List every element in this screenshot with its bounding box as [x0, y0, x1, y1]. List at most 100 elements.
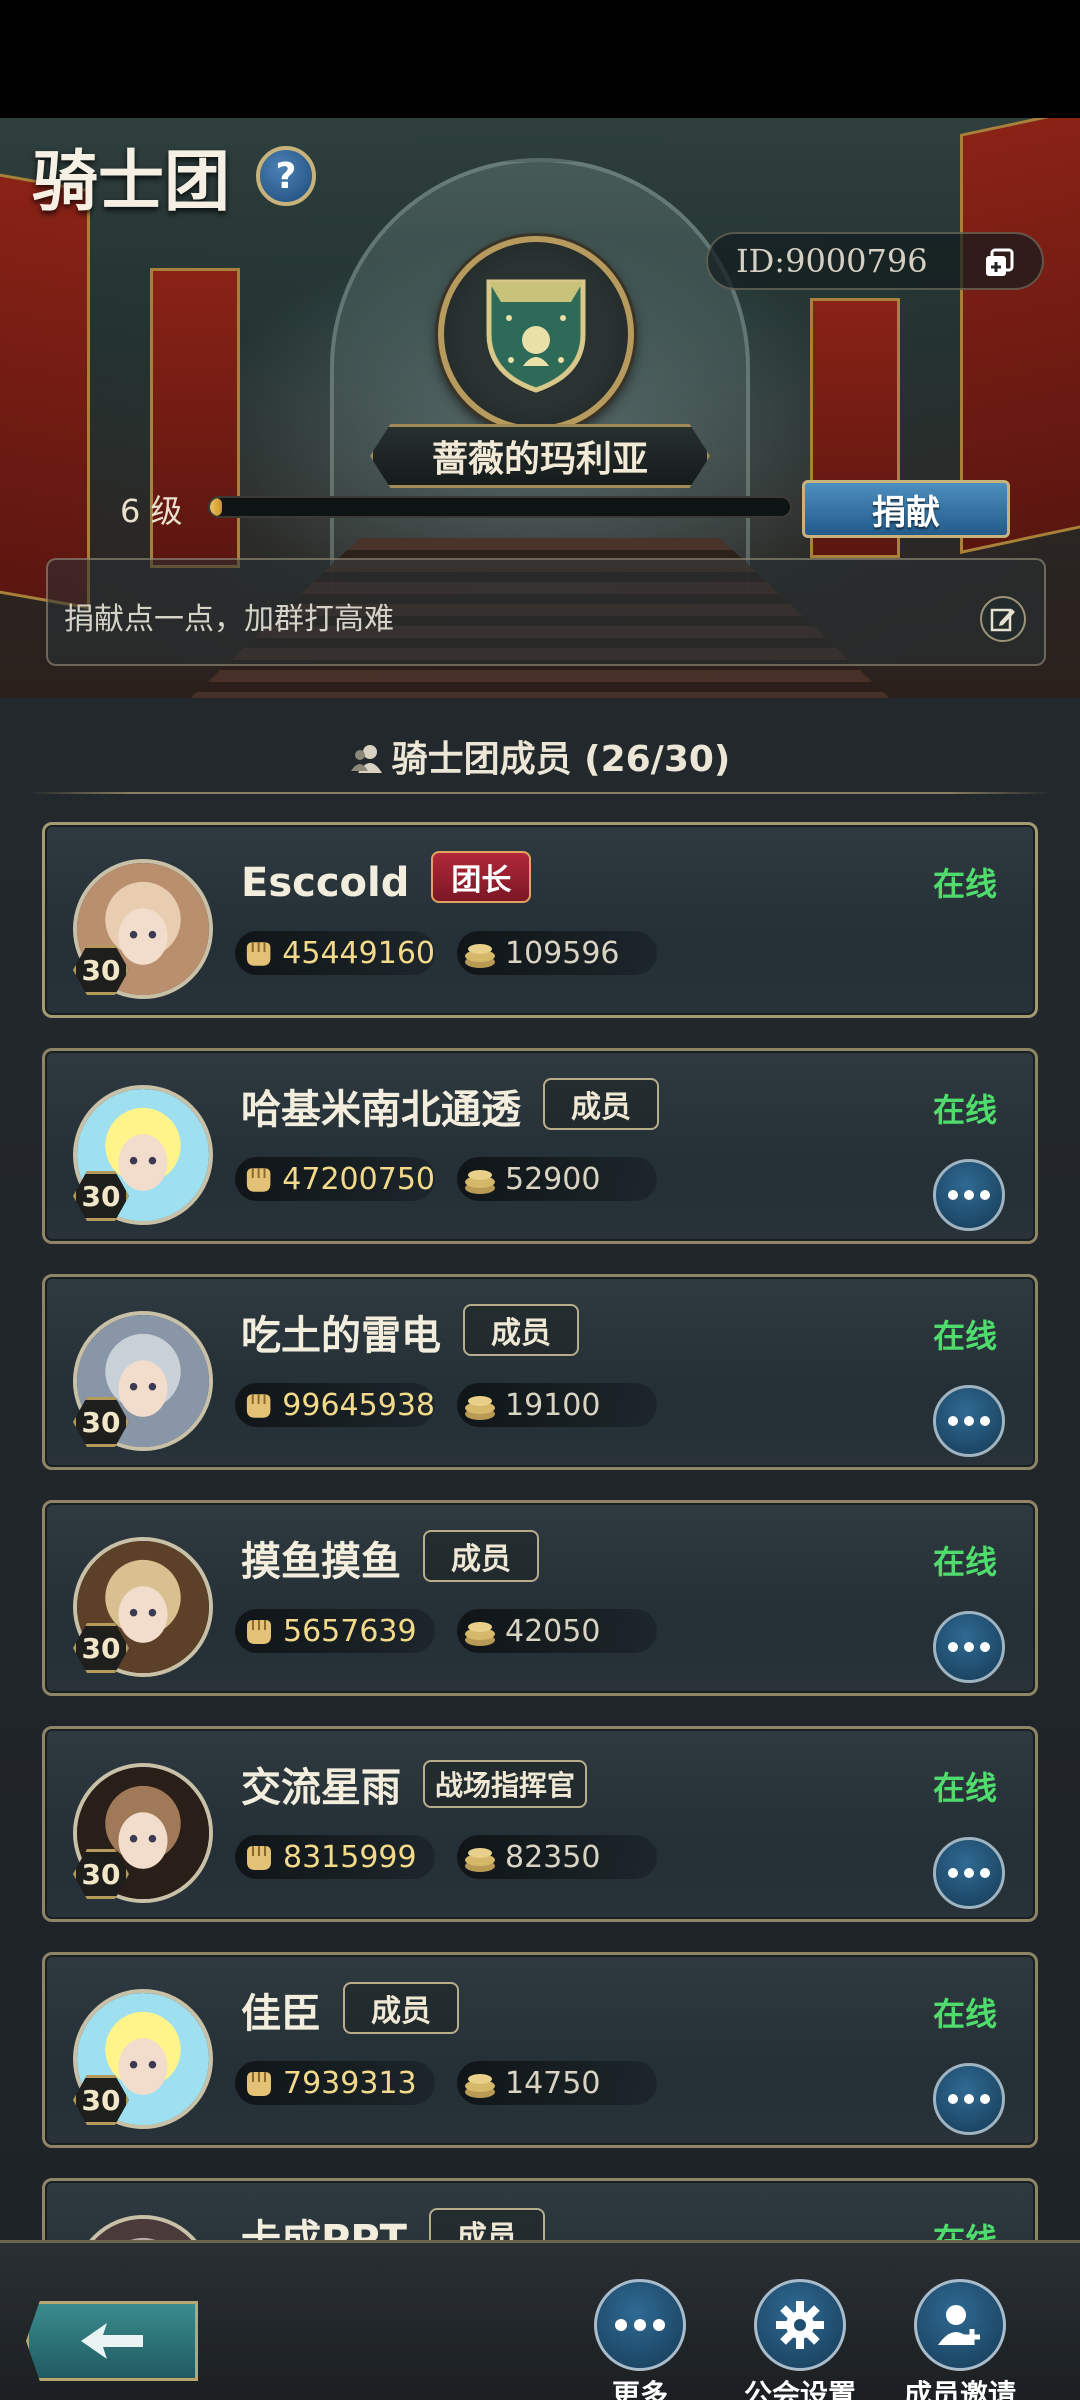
member-card[interactable]: 30 交流星雨 战场指挥官 在线 8315999 82350 [42, 1726, 1038, 1922]
power-stat: 99645938 [235, 1383, 435, 1427]
guild-level-label: 6 级 [120, 492, 183, 530]
member-stats: 45449160 109596 [235, 931, 695, 975]
power-stat: 45449160 [235, 931, 435, 975]
status-bar [0, 0, 1080, 118]
role-badge: 成员 [423, 1530, 539, 1582]
member-name: Esccold [241, 860, 410, 906]
role-badge: 成员 [543, 1078, 659, 1130]
guild-id-box: ID:9000796 [706, 232, 1044, 290]
question-icon[interactable]: ? [256, 146, 316, 206]
members-panel: 骑士团成员 (26/30) 30 Esccold 团长 在线 45449160 … [0, 698, 1080, 2240]
guild-level-progress-fill [210, 498, 222, 516]
power-stat: 7939313 [235, 2061, 435, 2105]
invite-member-button[interactable]: 成员邀请 [900, 2279, 1020, 2400]
contribution-stat: 14750 [457, 2061, 657, 2105]
power-value: 7939313 [283, 2065, 417, 2101]
contribution-value: 42050 [505, 1613, 601, 1649]
member-options-button[interactable] [933, 1837, 1005, 1909]
contribution-stat: 82350 [457, 1835, 657, 1879]
power-stat: 8315999 [235, 1835, 435, 1879]
coin-stack-icon [465, 1622, 495, 1646]
member-name-row: 摸鱼摸鱼 成员 [241, 1529, 539, 1587]
online-status: 在线 [932, 1317, 997, 1355]
back-button[interactable] [26, 2301, 198, 2381]
member-name: 摸鱼摸鱼 [241, 1539, 401, 1585]
gear-icon [754, 2279, 846, 2371]
coin-stack-icon [465, 2074, 495, 2098]
member-name: 吃土的雷电 [241, 1313, 441, 1359]
member-stats: 99645938 19100 [235, 1383, 695, 1427]
more-icon [594, 2279, 686, 2371]
guild-id-text: ID:9000796 [736, 242, 928, 280]
coin-stack-icon [465, 944, 495, 968]
online-status: 在线 [932, 865, 997, 903]
member-stats: 8315999 82350 [235, 1835, 695, 1879]
member-card[interactable]: 30 Esccold 团长 在线 45449160 109596 [42, 822, 1038, 1018]
member-options-button[interactable] [933, 2063, 1005, 2135]
power-value: 45449160 [282, 935, 435, 971]
invite-member-label: 成员邀请 [903, 2378, 1016, 2400]
member-card[interactable]: 30 摸鱼摸鱼 成员 在线 5657639 42050 [42, 1500, 1038, 1696]
fist-icon [247, 1846, 271, 1870]
member-name: 交流星雨 [241, 1765, 401, 1811]
guild-name: 蔷薇的玛利亚 [370, 424, 710, 488]
role-badge: 成员 [463, 1304, 579, 1356]
coin-stack-icon [465, 1848, 495, 1872]
online-status: 在线 [932, 1995, 997, 2033]
member-card[interactable]: 30 哈基米南北通透 成员 在线 47200750 52900 [42, 1048, 1038, 1244]
more-button[interactable]: 更多 [580, 2279, 700, 2400]
contribution-stat: 42050 [457, 1609, 657, 1653]
member-name-row: 交流星雨 战场指挥官 [241, 1755, 588, 1813]
fist-icon [246, 942, 271, 966]
member-card[interactable]: 30 佳臣 成员 在线 7939313 14750 [42, 1952, 1038, 2148]
power-value: 8315999 [283, 1839, 417, 1875]
online-status: 在线 [932, 1543, 997, 1581]
more-label: 更多 [611, 2378, 668, 2400]
decor-banner [0, 166, 90, 610]
member-card[interactable]: 30 卡成PPT成员 在线 [42, 2178, 1038, 2240]
donate-button[interactable]: 捐献 [802, 480, 1010, 538]
guild-settings-label: 公会设置 [743, 2378, 856, 2400]
add-user-icon [914, 2279, 1006, 2371]
member-stats: 7939313 14750 [235, 2061, 695, 2105]
contribution-stat: 109596 [457, 931, 657, 975]
contribution-value: 19100 [505, 1387, 601, 1423]
back-arrow-icon [81, 2323, 143, 2359]
divider [28, 792, 1052, 794]
guild-emblem-icon [438, 236, 634, 432]
member-name-row: 佳臣 成员 [241, 1981, 459, 2039]
edit-icon[interactable] [980, 596, 1026, 642]
member-name-row: Esccold 团长 [241, 851, 532, 906]
fist-icon [246, 1394, 271, 1418]
contribution-value: 109596 [505, 935, 620, 971]
power-stat: 47200750 [235, 1157, 435, 1201]
member-stats: 47200750 52900 [235, 1157, 695, 1201]
member-options-button[interactable] [933, 1385, 1005, 1457]
fist-icon [247, 1620, 271, 1644]
member-name-row: 吃土的雷电 成员 [241, 1303, 579, 1361]
contribution-stat: 52900 [457, 1157, 657, 1201]
members-section-title-text: 骑士团成员 (26/30) [391, 739, 731, 780]
page-title: 骑士团 [32, 142, 230, 220]
guild-notice: 捐献点一点，加群打高难 [46, 558, 1046, 666]
member-card[interactable]: 30 吃土的雷电 成员 在线 99645938 19100 [42, 1274, 1038, 1470]
avatar[interactable] [73, 2215, 213, 2240]
online-status: 在线 [932, 1091, 997, 1129]
role-badge: 战场指挥官 [423, 1760, 588, 1808]
contribution-value: 14750 [505, 2065, 601, 2101]
member-stats: 5657639 42050 [235, 1609, 695, 1653]
bottom-toolbar: 更多 公会设置 成员邀请 [0, 2240, 1080, 2400]
power-value: 5657639 [283, 1613, 417, 1649]
power-stat: 5657639 [235, 1609, 435, 1653]
fist-icon [247, 2072, 271, 2096]
member-name-row: 卡成PPT 成员 [241, 2207, 545, 2240]
online-status: 在线 [932, 2221, 997, 2240]
member-name: 佳臣 [241, 1991, 321, 2037]
copy-icon[interactable] [982, 246, 1016, 280]
role-badge: 成员 [428, 2208, 545, 2240]
guild-settings-button[interactable]: 公会设置 [740, 2279, 860, 2400]
role-badge: 团长 [431, 851, 532, 903]
member-name: 卡成PPT [241, 2217, 407, 2240]
member-options-button[interactable] [933, 1159, 1005, 1231]
member-options-button[interactable] [933, 1611, 1005, 1683]
